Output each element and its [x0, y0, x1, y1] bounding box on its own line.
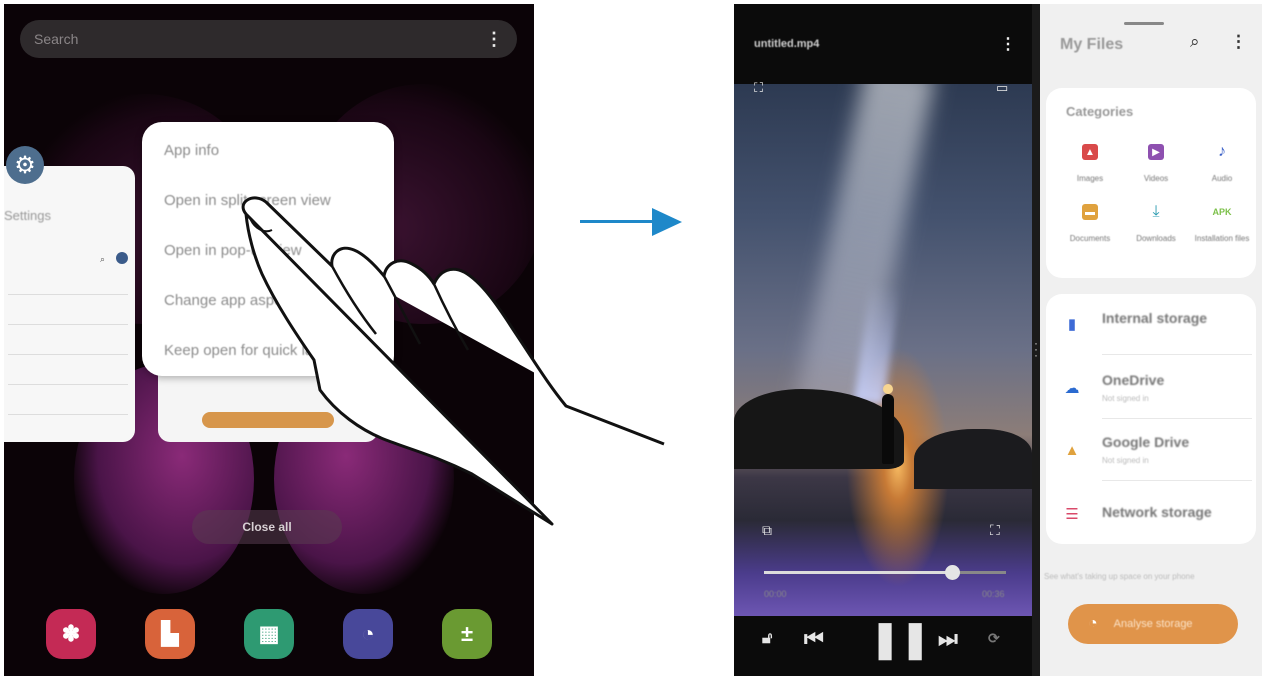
lock-icon[interactable]: 🔓︎ — [762, 630, 772, 648]
category-label[interactable]: Downloads — [1126, 234, 1186, 243]
search-bar[interactable]: Search ⋮ — [20, 20, 517, 58]
window-handle[interactable] — [1124, 22, 1164, 25]
search-icon[interactable]: ⌕ — [1190, 32, 1200, 52]
page-title: My Files — [1060, 36, 1124, 53]
video-player-pane[interactable]: untitled.mp4 ⋮ ⛶ ▭ ⧉ ⛶ 00:00 00:36 🔓︎ ⏮︎… — [734, 4, 1032, 676]
person-silhouette — [882, 394, 894, 464]
divider — [8, 384, 128, 385]
storage-subtext: Not signed in — [1102, 394, 1149, 403]
apk-icon: APK — [1212, 207, 1232, 217]
galaxy-store-icon[interactable]: ✽ — [46, 609, 96, 659]
notes-icon[interactable]: ▙ — [145, 609, 195, 659]
settings-icon[interactable]: ⚙ — [6, 146, 44, 184]
storage-list-card: ▮ Internal storage ☁ OneDrive Not signed… — [1046, 294, 1256, 544]
storage-name[interactable]: Network storage — [1102, 504, 1212, 520]
video-title: untitled.mp4 — [754, 38, 820, 50]
my-files-pane: My Files ⌕ ⋮ Categories ▲ Images ▶ Video… — [1040, 4, 1262, 676]
split-screen-view: untitled.mp4 ⋮ ⛶ ▭ ⧉ ⛶ 00:00 00:36 🔓︎ ⏮︎… — [734, 4, 1262, 676]
seek-handle[interactable] — [945, 565, 960, 580]
calendar-icon[interactable]: ▦ — [244, 609, 294, 659]
next-icon[interactable]: ⏭︎ — [938, 626, 958, 652]
storage-name[interactable]: OneDrive — [1102, 372, 1164, 388]
divider — [8, 294, 128, 295]
search-icon: ⌕ — [100, 254, 106, 264]
rotate-icon[interactable]: ⟳ — [988, 630, 1000, 647]
audio-icon: ♪ — [1218, 143, 1226, 160]
arrow-right-icon — [652, 208, 682, 236]
rocks — [914, 429, 1032, 489]
image-icon: ▲ — [1082, 144, 1098, 160]
clock-icon[interactable]: ◔ — [343, 609, 393, 659]
video-frame[interactable] — [734, 84, 1032, 616]
divider-handle-icon[interactable]: · · · — [1034, 337, 1038, 361]
divider — [8, 354, 128, 355]
seek-progress — [764, 571, 952, 574]
pointing-hand-icon — [241, 196, 665, 526]
download-icon: ⤓ — [1152, 203, 1160, 220]
more-options-icon[interactable]: ⋮ — [485, 30, 503, 48]
category-label[interactable]: Documents — [1060, 234, 1120, 243]
elapsed-time: 00:00 — [764, 589, 787, 599]
phone-icon: ▮ — [1067, 316, 1077, 333]
analyse-storage-label: Analyse storage — [1113, 618, 1193, 630]
settings-app-label: Settings — [4, 208, 51, 223]
onedrive-icon: ☁ — [1064, 380, 1080, 397]
person-headlamp — [883, 384, 893, 394]
category-label[interactable]: Videos — [1126, 174, 1186, 183]
settings-app-card[interactable]: Settings ⌕ — [4, 166, 135, 442]
divider — [8, 324, 128, 325]
menu-item-app-info[interactable]: App info — [164, 142, 219, 159]
transition-arrow — [580, 220, 660, 223]
google-drive-icon: ▲ — [1064, 441, 1080, 459]
account-icon — [116, 252, 128, 264]
divider — [8, 414, 128, 415]
popup-play-icon[interactable]: ▭ — [996, 80, 1008, 96]
categories-card: Categories ▲ Images ▶ Videos ♪ Audio ▬ D… — [1046, 88, 1256, 278]
category-label[interactable]: Installation files — [1192, 234, 1252, 243]
pause-icon[interactable]: ❚❚ — [870, 618, 930, 660]
search-input[interactable]: Search — [34, 31, 485, 47]
previous-icon[interactable]: ⏮︎ — [804, 626, 824, 652]
more-options-icon[interactable]: ⋮ — [1000, 34, 1016, 54]
more-options-icon[interactable]: ⋮ — [1230, 32, 1247, 52]
screen-capture-icon[interactable]: ⛶ — [754, 80, 763, 96]
storage-hint: See what's taking up space on your phone — [1044, 572, 1195, 581]
network-storage-icon: ☰ — [1065, 506, 1079, 523]
calculator-icon[interactable]: ± — [442, 609, 492, 659]
categories-title: Categories — [1066, 104, 1134, 119]
total-time: 00:36 — [982, 589, 1005, 599]
storage-name[interactable]: Google Drive — [1102, 434, 1189, 450]
divider — [1102, 418, 1252, 419]
storage-subtext: Not signed in — [1102, 456, 1149, 465]
popup-view-icon[interactable]: ⧉ — [762, 522, 772, 539]
fullscreen-icon[interactable]: ⛶ — [990, 522, 1000, 539]
video-icon: ▶ — [1148, 144, 1164, 160]
storage-name[interactable]: Internal storage — [1102, 310, 1207, 326]
document-icon: ▬ — [1082, 204, 1098, 220]
analyse-icon: ◔ — [1088, 615, 1098, 632]
divider — [1102, 354, 1252, 355]
divider — [1102, 480, 1252, 481]
seek-bar[interactable] — [764, 565, 1006, 580]
analyse-storage-button[interactable]: ◔ Analyse storage — [1068, 604, 1238, 644]
category-label[interactable]: Audio — [1192, 174, 1252, 183]
category-label[interactable]: Images — [1060, 174, 1120, 183]
